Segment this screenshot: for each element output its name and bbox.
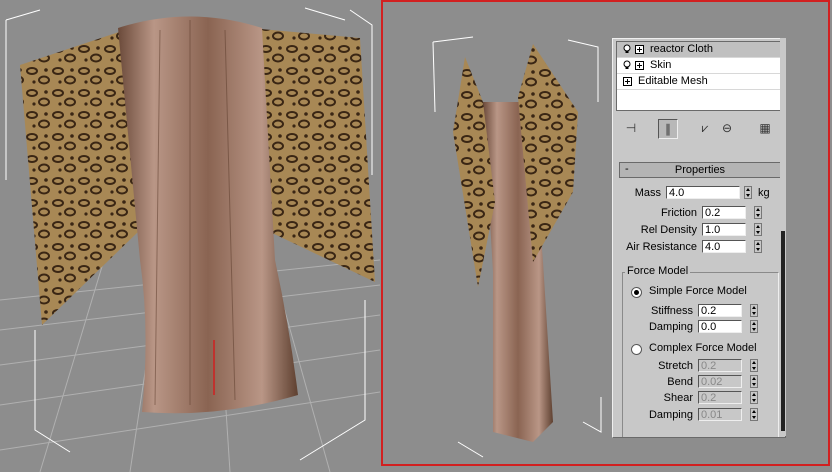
left-viewport[interactable] <box>0 0 380 472</box>
shear-label: Shear <box>663 392 693 404</box>
mass-spinner[interactable] <box>744 186 752 199</box>
bend-field: 0.02 <box>698 375 742 388</box>
lightbulb-icon[interactable] <box>623 44 631 54</box>
make-unique-icon[interactable]: ⩗ <box>696 119 714 137</box>
bend-spinner <box>750 375 758 388</box>
mass-unit: kg <box>758 187 770 199</box>
modifier-stack-list: reactor Cloth Skin Editable Mesh <box>616 41 782 111</box>
stretch-label: Stretch <box>658 360 693 372</box>
rel-density-spinner[interactable] <box>754 223 762 236</box>
rel-density-label: Rel Density <box>640 224 697 236</box>
left-sleeve <box>20 30 140 325</box>
expand-icon[interactable] <box>623 76 632 86</box>
collapse-icon: - <box>625 163 629 175</box>
complex-damping-label: Damping <box>648 409 693 421</box>
pin-stack-icon[interactable]: ⊣ <box>622 119 640 137</box>
stiffness-label: Stiffness <box>651 305 693 317</box>
stack-item-skin[interactable]: Skin <box>617 58 781 74</box>
rollout-title: Properties <box>674 164 726 176</box>
stretch-spinner <box>750 359 758 372</box>
stack-item-reactor-cloth[interactable]: reactor Cloth <box>617 42 781 58</box>
simple-damping-field[interactable]: 0.0 <box>698 320 742 333</box>
friction-label: Friction <box>660 207 697 219</box>
stack-toolbar: ⊣ ∥ ⩗ ⊖ ▦ <box>616 117 780 139</box>
stiffness-field[interactable]: 0.2 <box>698 304 742 317</box>
stiffness-spinner[interactable] <box>750 304 758 317</box>
complex-damping-field: 0.01 <box>698 408 742 421</box>
mass-field[interactable]: 4.0 <box>666 186 740 199</box>
air-resistance-spinner[interactable] <box>754 240 762 253</box>
shear-field: 0.2 <box>698 391 742 404</box>
expand-icon[interactable] <box>635 44 644 54</box>
simple-force-model-label[interactable]: Simple Force Model <box>649 284 747 299</box>
friction-spinner[interactable] <box>754 206 762 219</box>
show-end-result-icon[interactable]: ∥ <box>658 119 678 139</box>
simple-damping-label: Damping <box>648 321 693 333</box>
configure-modifier-sets-icon[interactable]: ▦ <box>756 119 774 137</box>
rel-density-field[interactable]: 1.0 <box>702 223 746 236</box>
scroll-thumb[interactable] <box>781 231 785 431</box>
force-model-group-label: Force Model <box>625 265 691 277</box>
complex-damping-spinner <box>750 408 758 421</box>
stack-item-label: reactor Cloth <box>650 43 713 55</box>
stack-item-label: Skin <box>650 59 672 71</box>
stack-item-label: Editable Mesh <box>638 75 708 87</box>
bend-label: Bend <box>667 376 693 388</box>
air-resistance-label: Air Resistance <box>626 241 697 253</box>
friction-field[interactable]: 0.2 <box>702 206 746 219</box>
air-resistance-field[interactable]: 4.0 <box>702 240 746 253</box>
shear-spinner <box>750 391 758 404</box>
complex-force-model-radio[interactable] <box>631 344 642 355</box>
properties-rollout-header[interactable]: - Properties <box>619 162 781 178</box>
complex-force-model-label[interactable]: Complex Force Model <box>649 341 757 356</box>
stack-item-editable-mesh[interactable]: Editable Mesh <box>617 74 781 90</box>
left-sleeve <box>453 57 495 287</box>
stretch-field: 0.2 <box>698 359 742 372</box>
command-panel-scrollbar[interactable] <box>780 38 786 436</box>
remove-modifier-icon[interactable]: ⊖ <box>718 119 736 137</box>
left-viewport-scene <box>0 7 380 472</box>
expand-icon[interactable] <box>635 60 644 70</box>
simple-force-model-radio[interactable] <box>631 287 642 298</box>
lightbulb-icon[interactable] <box>623 60 631 70</box>
mass-label: Mass <box>634 187 661 199</box>
command-panel: reactor Cloth Skin Editable Mesh ⊣ ∥ ⩗ ⊖… <box>612 38 786 438</box>
simple-damping-spinner[interactable] <box>750 320 758 333</box>
